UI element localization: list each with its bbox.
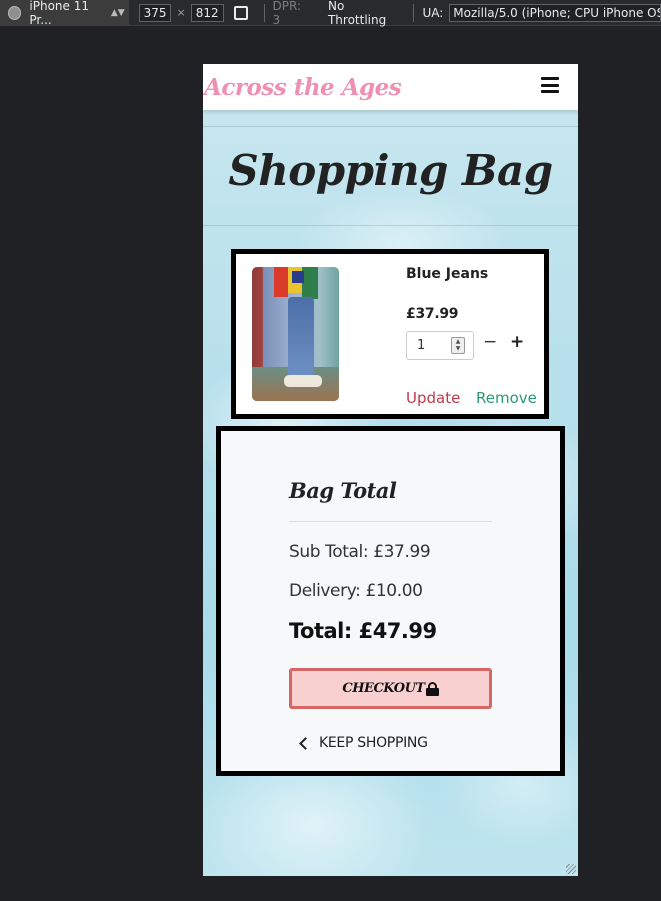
device-name: iPhone 11 Pr... xyxy=(29,0,89,27)
phone-viewport: Across the Ages Shopping Bag Blue Jeans … xyxy=(203,64,578,876)
resize-handle-icon[interactable] xyxy=(566,864,576,874)
delivery-text: Delivery: £10.00 xyxy=(289,581,423,601)
subtotal-text: Sub Total: £37.99 xyxy=(289,542,431,562)
quantity-value: 1 xyxy=(417,338,426,353)
toolbar-divider xyxy=(413,3,415,22)
product-image xyxy=(252,267,339,401)
chevron-left-icon xyxy=(299,736,312,750)
toolbar-divider xyxy=(263,3,265,22)
keep-shopping-link[interactable]: KEEP SHOPPING xyxy=(299,735,428,751)
decrement-button[interactable]: − xyxy=(483,332,497,352)
keep-shopping-label: KEEP SHOPPING xyxy=(319,735,428,751)
device-select[interactable]: iPhone 11 Pr... ▲▼ xyxy=(0,0,129,27)
page-title: Shopping Bag xyxy=(228,146,553,195)
product-name: Blue Jeans xyxy=(406,266,489,282)
lock-icon xyxy=(425,681,439,696)
divider xyxy=(289,521,492,522)
bag-total-card: Bag Total Sub Total: £37.99 Delivery: £1… xyxy=(216,426,565,776)
rotate-icon[interactable] xyxy=(233,5,248,20)
select-arrows-icon: ▲▼ xyxy=(110,7,125,18)
width-input[interactable]: 375 xyxy=(138,3,172,22)
devtools-device-toolbar: iPhone 11 Pr... ▲▼ 375 × 812 DPR: 3 No T… xyxy=(0,0,661,27)
grand-total-text: Total: £47.99 xyxy=(289,619,437,643)
navbar: Across the Ages xyxy=(203,64,578,110)
bag-item-card: Blue Jeans £37.99 1 ▲ ▼ − + Update Remove xyxy=(231,249,549,419)
divider xyxy=(203,225,578,226)
spinner-arrows-icon[interactable]: ▲ ▼ xyxy=(451,337,465,354)
globe-icon xyxy=(8,5,22,20)
height-input[interactable]: 812 xyxy=(190,3,224,22)
remove-link[interactable]: Remove xyxy=(476,389,537,407)
update-link[interactable]: Update xyxy=(406,389,460,407)
ua-label: UA: xyxy=(422,5,444,20)
increment-button[interactable]: + xyxy=(510,332,524,352)
divider xyxy=(203,126,578,127)
product-price: £37.99 xyxy=(406,306,459,322)
checkout-label: CHECKOUT xyxy=(342,681,425,696)
throttling-select[interactable]: No Throttling xyxy=(328,0,406,27)
dpr-select[interactable]: DPR: 3 xyxy=(272,0,311,27)
user-agent-field[interactable]: Mozilla/5.0 (iPhone; CPU iPhone OS 14_ xyxy=(449,3,661,22)
brand-logo[interactable]: Across the Ages xyxy=(204,74,402,101)
hamburger-icon[interactable] xyxy=(541,77,559,93)
checkout-button[interactable]: CHECKOUT xyxy=(289,668,492,709)
bag-total-heading: Bag Total xyxy=(289,478,397,503)
quantity-input[interactable]: 1 ▲ ▼ xyxy=(406,331,474,360)
dimension-separator: × xyxy=(176,6,186,19)
